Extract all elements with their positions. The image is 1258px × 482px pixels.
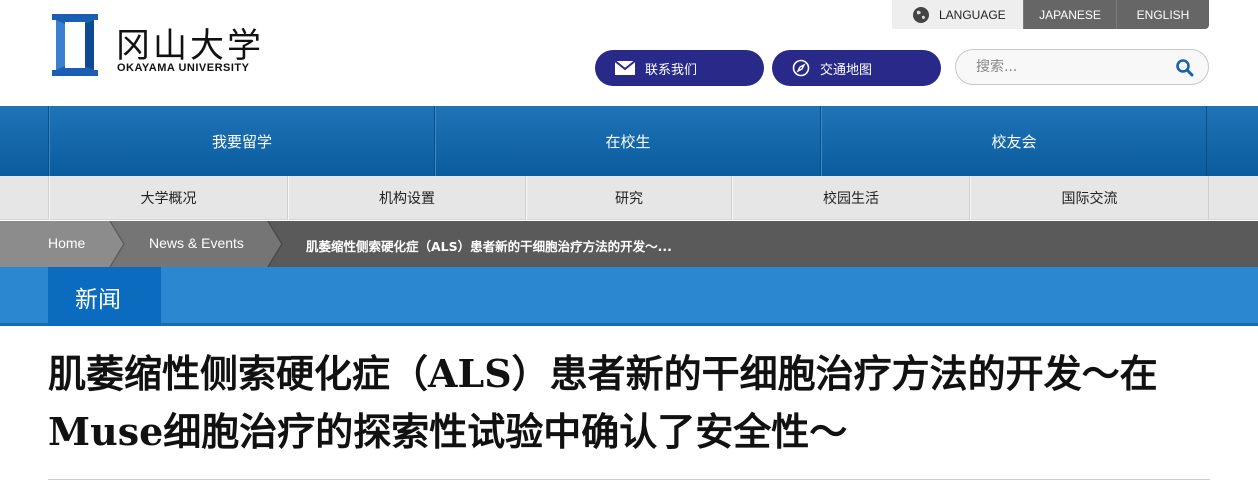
- breadcrumb-news-link[interactable]: News & Events: [149, 235, 244, 251]
- secondary-nav-item-campus-life[interactable]: 校园生活: [732, 176, 970, 220]
- logo-english-text[interactable]: OKAYAMA UNIVERSITY: [117, 62, 249, 74]
- compass-icon: [792, 59, 810, 77]
- primary-nav-item-students[interactable]: 在校生: [435, 106, 821, 176]
- contact-us-label: 联系我们: [645, 62, 698, 78]
- language-bar: LANGUAGE JAPANESE ENGLISH: [892, 0, 1209, 29]
- primary-nav-item-alumni[interactable]: 校友会: [821, 106, 1207, 176]
- breadcrumb: Home News & Events 肌萎缩性侧索硬化症（ALS）患者新的干细胞…: [0, 221, 1258, 267]
- secondary-nav-spacer: [0, 176, 49, 219]
- article-title: 肌萎缩性侧索硬化症（ALS）患者新的干细胞治疗方法的开发～在Muse细胞治疗的探…: [48, 351, 1158, 454]
- site-header: 冈山大学 OKAYAMA UNIVERSITY LANGUAGE JAPANES…: [0, 0, 1258, 106]
- breadcrumb-current-page: 肌萎缩性侧索硬化症（ALS）患者新的干细胞治疗方法的开发～...: [306, 239, 672, 254]
- globe-icon: [913, 6, 929, 23]
- language-english-button[interactable]: ENGLISH: [1116, 0, 1209, 29]
- logo-japanese-text[interactable]: 冈山大学: [116, 18, 264, 67]
- search-icon[interactable]: [1175, 58, 1195, 78]
- secondary-nav: 大学概况 机构设置 研究 校园生活 国际交流: [0, 176, 1258, 220]
- search-input[interactable]: [976, 59, 1176, 75]
- primary-nav-item-study-abroad[interactable]: 我要留学: [49, 106, 435, 176]
- title-divider: [48, 479, 1210, 480]
- primary-nav-spacer: [0, 106, 49, 176]
- secondary-nav-item-research[interactable]: 研究: [526, 176, 732, 220]
- primary-nav: 我要留学 在校生 校友会: [0, 106, 1258, 176]
- language-label-text: LANGUAGE: [939, 7, 1006, 22]
- section-band: 新闻: [0, 267, 1258, 326]
- university-logo-icon[interactable]: [48, 10, 102, 80]
- access-map-label: 交通地图: [820, 62, 873, 78]
- language-label: LANGUAGE: [892, 0, 1023, 29]
- access-map-button[interactable]: 交通地图: [772, 50, 941, 86]
- secondary-nav-item-overview[interactable]: 大学概况: [49, 176, 288, 220]
- language-japanese-button[interactable]: JAPANESE: [1023, 0, 1116, 29]
- contact-us-button[interactable]: 联系我们: [595, 50, 764, 86]
- secondary-nav-item-international[interactable]: 国际交流: [970, 176, 1209, 220]
- mail-icon: [615, 61, 635, 75]
- section-tab-news: 新闻: [48, 267, 161, 326]
- search-box: [955, 49, 1209, 85]
- secondary-nav-item-organization[interactable]: 机构设置: [288, 176, 526, 220]
- breadcrumb-home-link[interactable]: Home: [48, 235, 85, 251]
